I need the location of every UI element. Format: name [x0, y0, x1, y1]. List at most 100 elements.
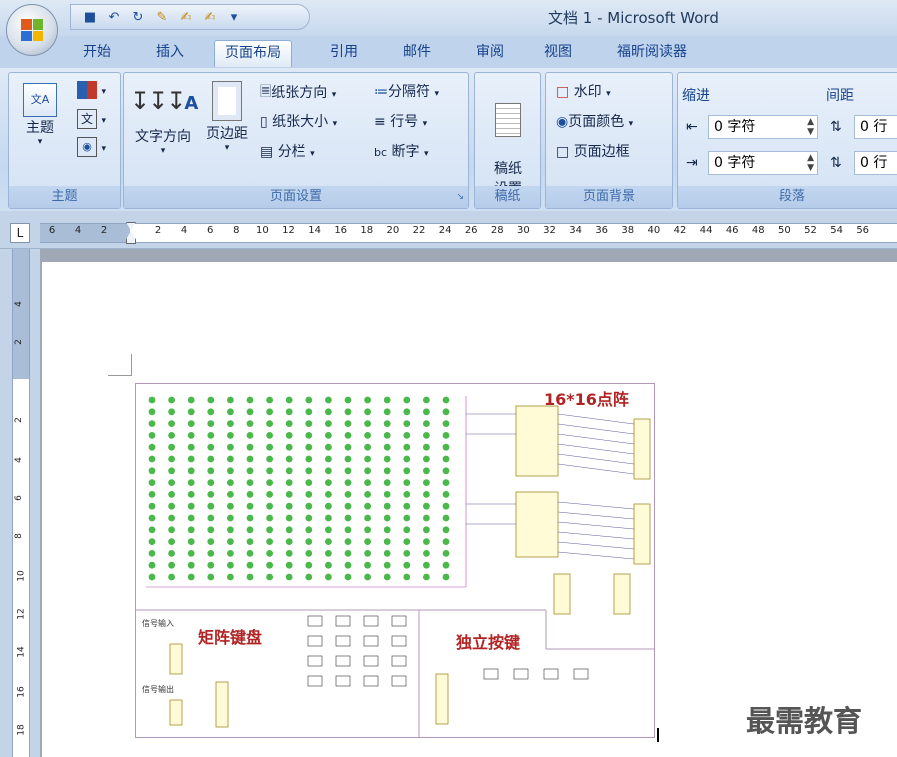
tab-references[interactable]: 引用 [320, 40, 368, 67]
page-color-button[interactable]: ◉页面颜色 ▾ [556, 111, 633, 131]
led-dot [403, 561, 411, 569]
theme-colors-button[interactable]: ▾ [77, 81, 106, 99]
tab-view[interactable]: 视图 [534, 40, 582, 67]
led-dot [246, 538, 254, 545]
led-dot [148, 432, 156, 439]
horizontal-ruler[interactable]: L 6 4 2 2 4 6 8 10 12 14 16 18 20 22 24 26 28 30 32 34 36 38 4… [0, 211, 897, 249]
tab-review[interactable]: 审阅 [466, 40, 514, 67]
led-dot [364, 561, 371, 569]
led-dot [246, 526, 254, 534]
page-borders-button[interactable]: □ 页面边框 [556, 141, 630, 161]
window-title: 文档 1 - Microsoft Word [548, 9, 719, 27]
tab-mailings[interactable]: 邮件 [393, 40, 441, 67]
tab-home[interactable]: 开始 [73, 40, 121, 67]
circuit-diagram-image[interactable]: 16*16点阵 矩阵键盘 独立按键 信号输入 信号输出 [135, 383, 655, 738]
indent-right-field[interactable]: 0 字符 ▲ ▼ [708, 151, 818, 175]
margins-button[interactable]: 页边距 ▾ [200, 79, 254, 153]
spacing-after-icon: ⇅ [830, 155, 842, 171]
led-dot [246, 550, 254, 557]
group-label-page-background: 页面背景 [546, 186, 672, 208]
undo-icon[interactable]: ↶ [105, 8, 123, 26]
theme-effects-button[interactable]: ◉ ▾ [77, 137, 106, 157]
ribbon-tabs: 开始 插入 页面布局 引用 邮件 审阅 视图 福昕阅读器 [0, 36, 897, 68]
indent-left-field[interactable]: 0 字符 ▲ ▼ [708, 115, 818, 139]
led-dot [383, 550, 391, 557]
watermark-button[interactable]: □ 水印 ▾ [556, 81, 611, 101]
led-dot [246, 455, 254, 463]
ruler-number: 30 [517, 225, 530, 236]
led-dot [325, 573, 332, 581]
led-dot [187, 443, 195, 451]
ruler-number: 2 [100, 225, 108, 236]
office-button[interactable] [6, 4, 58, 56]
breaks-icon: ≔ [374, 84, 388, 100]
led-dot [285, 491, 293, 498]
vertical-ruler[interactable]: 4 2 2 4 6 8 10 12 14 16 18 [0, 249, 40, 757]
size-button[interactable]: ▯ 纸张大小 ▾ [260, 111, 337, 131]
draw-icon[interactable]: ✍ [177, 8, 195, 26]
led-dot [266, 573, 273, 581]
theme-button[interactable]: 文A 主题 ▾ [19, 83, 61, 153]
led-dot [364, 432, 371, 439]
group-page-background: □ 水印 ▾ ◉页面颜色 ▾ □ 页面边框 页面背景 [545, 72, 673, 209]
pencil-icon[interactable]: ✎ [153, 8, 171, 26]
led-dot [403, 550, 411, 557]
led-dot [285, 467, 293, 475]
columns-button[interactable]: ▤ 分栏 ▾ [260, 141, 315, 161]
ruler-number: 36 [595, 225, 609, 236]
hyphenation-label: 断字 [391, 144, 420, 160]
led-dot [442, 443, 450, 451]
led-dot [148, 526, 156, 534]
led-dot [423, 561, 430, 569]
led-dot [168, 538, 175, 545]
led-dot [344, 573, 352, 581]
led-dot [227, 420, 234, 427]
size-icon: ▯ [260, 114, 268, 130]
led-dot [305, 561, 313, 569]
tab-page-layout[interactable]: 页面布局 [214, 40, 292, 67]
theme-colors-icon [77, 81, 97, 99]
led-dot [403, 443, 411, 451]
led-dot [227, 432, 234, 439]
customize-toolbar-icon[interactable]: ▾ [225, 8, 243, 26]
led-dot [305, 432, 313, 439]
led-dot [187, 467, 195, 475]
hyphenation-button[interactable]: bc 断字 ▾ [374, 141, 428, 161]
draw-dropdown-icon[interactable]: ✍ [201, 8, 219, 26]
ruler-strip[interactable]: 6 4 2 2 4 6 8 10 12 14 16 18 20 22 24 26 28 30 32 34 36 38 40 4… [40, 222, 897, 244]
document-page[interactable]: 16*16点阵 矩阵键盘 独立按键 信号输入 信号输出 最需教育 [42, 262, 897, 757]
spacing-after-field[interactable]: 0 行 [854, 151, 897, 175]
dialog-launcher-icon[interactable]: ↘ [456, 186, 464, 208]
breaks-button[interactable]: ≔分隔符 ▾ [374, 81, 439, 101]
led-dot [344, 550, 352, 557]
ruler-number: 48 [751, 225, 765, 236]
led-dot [344, 502, 352, 510]
orientation-button[interactable]: 🗏纸张方向 ▾ [260, 81, 336, 105]
led-dot [442, 396, 450, 404]
spinner-icon[interactable]: ▲ ▼ [807, 117, 814, 137]
led-dot [168, 550, 175, 557]
led-dot [403, 514, 411, 522]
save-icon[interactable]: ■ [81, 8, 99, 26]
tab-selector-button[interactable]: L [10, 223, 30, 243]
spacing-before-field[interactable]: 0 行 [854, 115, 897, 139]
tab-foxit-reader[interactable]: 福昕阅读器 [607, 40, 697, 67]
text-direction-button[interactable]: ↧↧↧A 文字方向 ▾ [130, 79, 198, 156]
redo-icon[interactable]: ↻ [129, 8, 147, 26]
led-dot [305, 455, 313, 463]
led-dot [266, 561, 273, 569]
tab-insert[interactable]: 插入 [146, 40, 194, 67]
led-dot [246, 432, 254, 439]
spinner-icon[interactable]: ▲ ▼ [807, 153, 814, 173]
led-dot [344, 455, 352, 463]
ruler-number: 18 [360, 225, 374, 236]
led-dot [403, 396, 411, 404]
keypad-grid [307, 615, 407, 687]
ruler-number: 8 [233, 225, 240, 236]
keypad-key [335, 615, 351, 627]
line-numbers-button[interactable]: ≡ 行号 ▾ [374, 111, 427, 131]
led-dot [364, 467, 371, 475]
vruler-number: 6 [13, 495, 24, 501]
theme-fonts-button[interactable]: 文 ▾ [77, 109, 106, 129]
led-dot [285, 550, 293, 557]
